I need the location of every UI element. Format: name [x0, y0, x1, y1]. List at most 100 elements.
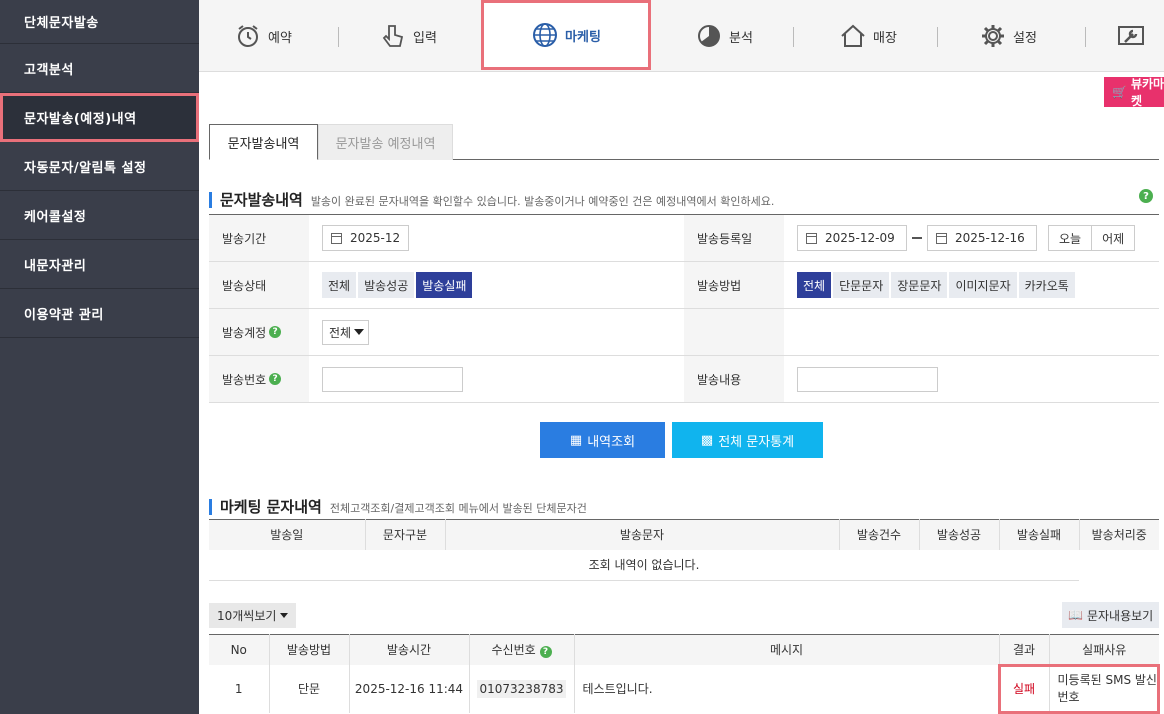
row-receiver: 01073238783	[469, 664, 575, 713]
col-header: 메시지	[574, 634, 1000, 665]
col-header: 발송일	[209, 519, 366, 550]
method-kakao[interactable]: 카카오톡	[1018, 272, 1075, 298]
section-title: 문자발송내역 발송이 완료된 문자내역을 확인할수 있습니다. 발송중이거나 예…	[209, 189, 774, 210]
nav-reservation[interactable]: 예약	[234, 0, 292, 72]
col-header: 실패사유	[1049, 634, 1159, 665]
row-time: 2025-12-16 11:44	[349, 664, 470, 713]
empty-message: 조회 내역이 없습니다.	[209, 549, 1079, 581]
method-label: 발송방법	[684, 262, 784, 308]
nav-label: 마케팅	[565, 29, 601, 45]
calendar-icon	[806, 232, 817, 244]
nav-label: 매장	[873, 30, 897, 46]
house-icon	[841, 24, 865, 47]
col-header: 발송성공	[919, 519, 1000, 550]
col-header: 발송처리중	[1079, 519, 1159, 550]
page-size-select[interactable]: 10개씩보기	[209, 603, 297, 628]
today-button[interactable]: 오늘	[1048, 225, 1093, 251]
gear-icon	[982, 25, 1004, 47]
sidebar-item-carecall[interactable]: 케어콜설정	[0, 191, 199, 240]
section-description: 전체고객조회/결제고객조회 메뉴에서 발송된 단체문자건	[329, 502, 587, 515]
regdate-from-field[interactable]: 2025-12-09	[797, 225, 907, 251]
section-title-text: 마케팅 문자내역	[220, 498, 322, 516]
nav-analysis[interactable]: 분석	[695, 0, 753, 72]
section-title-text: 문자발송내역	[220, 191, 303, 209]
wrench-icon	[1118, 26, 1144, 45]
help-icon[interactable]: ?	[539, 646, 552, 659]
col-header: 발송방법	[269, 634, 350, 665]
empty-label	[684, 309, 784, 355]
col-header: 수신번호 ?	[469, 634, 575, 665]
nav-label: 분석	[729, 30, 753, 46]
method-mms[interactable]: 이미지문자	[949, 272, 1017, 298]
col-header: 결과	[999, 634, 1050, 665]
sidebar-item-sms-history[interactable]: 문자발송(예정)내역	[0, 93, 199, 142]
caret-down-icon	[280, 613, 289, 618]
period-label: 발송기간	[209, 215, 309, 261]
tab-sms-scheduled[interactable]: 문자발송 예정내역	[318, 124, 453, 160]
help-icon[interactable]: ?	[269, 326, 282, 338]
sidebar-item-bulk-sms[interactable]: 단체문자발송	[0, 0, 199, 44]
nav-tools[interactable]	[1117, 0, 1145, 72]
calendar-icon	[936, 232, 947, 244]
nav-settings[interactable]: 설정	[979, 0, 1037, 72]
section-description: 발송이 완료된 문자내역을 확인할수 있습니다. 발송중이거나 예약중인 건은 …	[310, 195, 775, 208]
market-button[interactable]: 🛒 뷰카마켓	[1104, 77, 1164, 108]
stats-button[interactable]: ▩ 전체 문자통계	[672, 422, 823, 458]
yesterday-button[interactable]: 어제	[1092, 225, 1136, 251]
status-all[interactable]: 전체	[322, 272, 357, 298]
content-label: 발송내용	[684, 356, 784, 402]
regdate-to-field[interactable]: 2025-12-16	[927, 225, 1037, 251]
status-success[interactable]: 발송성공	[358, 272, 415, 298]
sidebar-item-customer-analysis[interactable]: 고객분석	[0, 44, 199, 93]
view-content-button[interactable]: 📖 문자내용보기	[1062, 602, 1160, 628]
nav-store[interactable]: 매장	[839, 0, 897, 72]
tab-bar: 문자발송내역 문자발송 예정내역	[209, 124, 1159, 160]
search-form: 발송기간 2025-12 발송등록일 2025-12-09 2025-12-16…	[209, 214, 1159, 403]
row-method: 단문	[269, 664, 350, 713]
method-all[interactable]: 전체	[797, 272, 832, 298]
col-header: 발송건수	[839, 519, 920, 550]
caret-down-icon	[354, 329, 365, 335]
search-button[interactable]: ▦ 내역조회	[540, 422, 665, 458]
bar-chart-icon: ▩	[700, 432, 714, 448]
sidebar-item-terms[interactable]: 이용약관 관리	[0, 289, 199, 338]
col-header: No	[209, 634, 270, 665]
col-header: 발송시간	[349, 634, 470, 665]
nav-label: 예약	[268, 30, 292, 46]
globe-icon	[533, 23, 558, 47]
help-icon[interactable]: ?	[269, 373, 282, 385]
number-label: 발송번호?	[209, 356, 309, 402]
content-input[interactable]	[797, 366, 938, 392]
book-icon: 📖	[1068, 608, 1083, 622]
status-fail[interactable]: 발송실패	[416, 272, 473, 298]
col-header: 발송문자	[445, 519, 840, 550]
section-title: 마케팅 문자내역 전체고객조회/결제고객조회 메뉴에서 발송된 단체문자건	[209, 496, 587, 517]
hand-pointer-icon	[382, 25, 404, 47]
nav-label: 입력	[413, 30, 437, 46]
col-header: 발송실패	[999, 519, 1080, 550]
account-label: 발송계정?	[209, 309, 309, 355]
account-select[interactable]: 전체	[322, 319, 370, 345]
marketing-table: 발송일 문자구분 발송문자 발송건수 발송성공 발송실패 발송처리중 조회 내역…	[209, 519, 1159, 581]
help-icon[interactable]: ?	[1139, 189, 1153, 203]
nav-marketing[interactable]: 마케팅	[481, 0, 651, 70]
tab-sms-history[interactable]: 문자발송내역	[209, 124, 318, 160]
calendar-icon	[331, 232, 342, 244]
nav-input[interactable]: 입력	[379, 0, 437, 72]
nav-label: 설정	[1013, 30, 1037, 46]
list-icon: ▦	[569, 432, 583, 448]
sidebar-item-auto-sms[interactable]: 자동문자/알림톡 설정	[0, 142, 199, 191]
regdate-label: 발송등록일	[684, 215, 784, 261]
pie-chart-icon	[698, 25, 720, 47]
row-message: 테스트입니다.	[574, 664, 1000, 713]
sidebar-item-my-sms[interactable]: 내문자관리	[0, 240, 199, 289]
row-no: 1	[209, 664, 270, 713]
method-lms[interactable]: 장문문자	[891, 272, 948, 298]
col-header: 문자구분	[365, 519, 446, 550]
sender-number-input[interactable]	[322, 366, 463, 392]
market-label: 뷰카마켓	[1130, 77, 1164, 108]
cart-icon: 🛒	[1112, 85, 1127, 99]
highlight-box	[998, 664, 1160, 714]
method-sms[interactable]: 단문문자	[833, 272, 890, 298]
period-date-field[interactable]: 2025-12	[322, 225, 410, 251]
